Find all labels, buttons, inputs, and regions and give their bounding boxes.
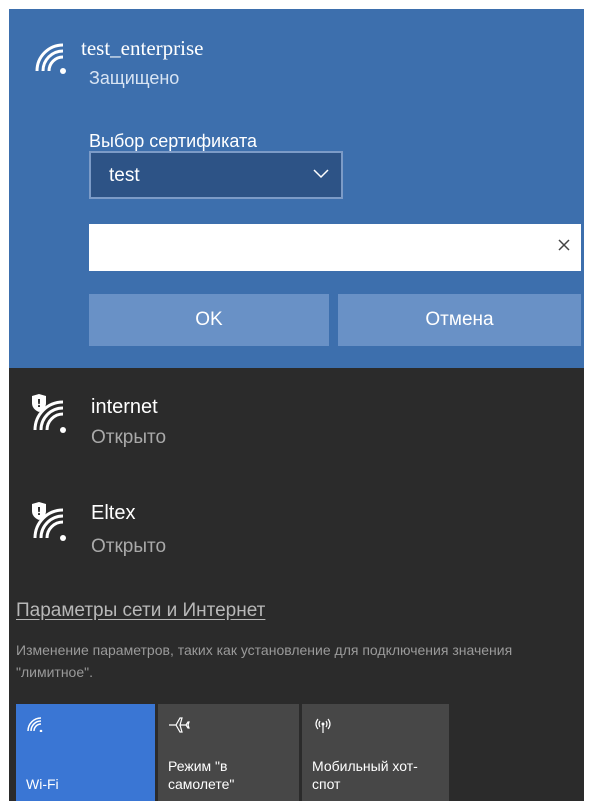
network-settings-link[interactable]: Параметры сети и Интернет: [16, 600, 265, 622]
network-flyout: test_enterprise Защищено Выбор сертифика…: [9, 9, 584, 801]
cancel-button[interactable]: Отмена: [338, 294, 581, 346]
wifi-open-shield-icon: !: [32, 394, 66, 433]
network-settings-description: Изменение параметров, таких как установл…: [16, 642, 513, 680]
network-status: Открыто: [91, 536, 167, 557]
network-status: Открыто: [91, 427, 167, 448]
selected-network-panel: test_enterprise Защищено Выбор сертифика…: [9, 9, 584, 368]
certificate-label: Выбор сертификата: [89, 131, 258, 151]
tile-label: Wi-Fi: [26, 776, 59, 792]
network-status: Защищено: [89, 68, 180, 88]
network-name: internet: [91, 396, 158, 418]
certificate-select[interactable]: test: [89, 151, 343, 199]
chevron-down-icon: [313, 169, 329, 179]
tile-label: Режим "в самолете": [168, 758, 235, 792]
wifi-icon: [27, 717, 43, 732]
clear-icon[interactable]: [557, 238, 571, 252]
mobile-hotspot-tile[interactable]: Мобильный хот-спот: [302, 704, 449, 801]
tile-label: Мобильный хот-спот: [312, 758, 418, 792]
wifi-toggle-tile[interactable]: Wi-Fi: [16, 704, 155, 801]
svg-text:!: !: [36, 505, 41, 518]
wifi-secured-icon: [35, 43, 66, 74]
credential-input[interactable]: [89, 224, 581, 271]
svg-text:!: !: [36, 397, 41, 410]
airplane-icon: [169, 717, 190, 733]
certificate-value: test: [109, 165, 140, 186]
wifi-open-shield-icon: !: [32, 502, 66, 541]
network-name[interactable]: test_enterprise: [81, 36, 203, 61]
hotspot-icon: [315, 718, 331, 733]
ok-button[interactable]: OK: [89, 294, 329, 346]
airplane-mode-tile[interactable]: Режим "в самолете": [158, 704, 299, 801]
network-name: Eltex: [91, 502, 136, 524]
